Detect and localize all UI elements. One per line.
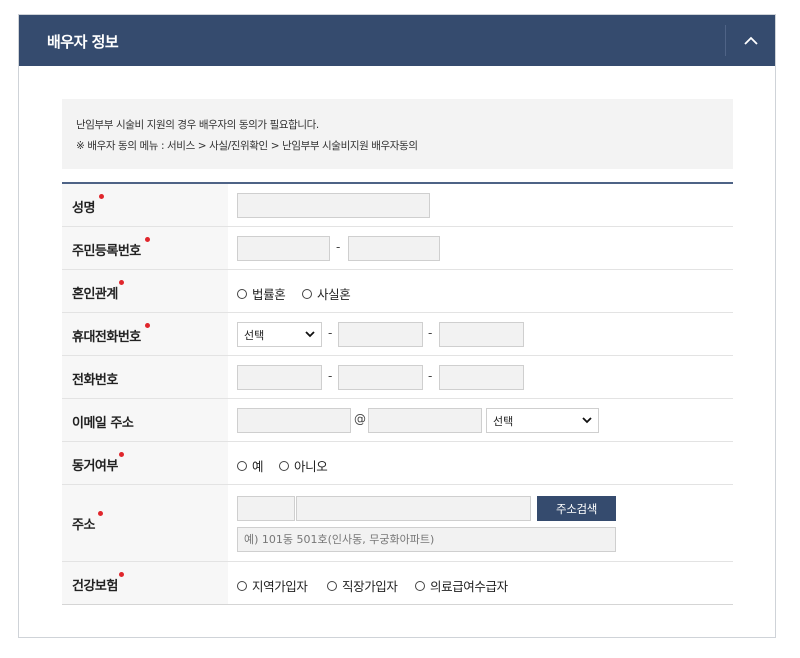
label-cell: 동거여부 [62,442,228,484]
radio-label: 의료급여수급자 [430,579,508,594]
phone-separator-2: - [428,369,433,383]
notice-box: 난임부부 시술비 지원의 경우 배우자의 동의가 필요합니다. ※ 배우자 동의… [62,99,733,169]
radio-circle-icon [279,460,289,471]
email-at-sign: @ [354,412,366,426]
mobile-separator-2: - [428,326,433,340]
select-value: 선택 [244,328,265,342]
label-cell: 주민등록번호 [62,227,228,269]
rrn-separator: - [336,240,341,254]
required-mark [119,572,124,577]
marriage-label: 혼인관계 [72,287,118,302]
radio-medical-aid[interactable]: 의료급여수급자 [415,576,508,595]
required-mark [98,511,103,516]
panel-header: 배우자 정보 [19,15,775,66]
phone-last-input[interactable] [439,365,524,390]
radio-workplace-subscriber[interactable]: 직장가입자 [327,576,398,595]
rrn-back-input[interactable] [348,236,440,261]
radio-label: 예 [252,459,264,474]
radio-label: 사실혼 [317,287,351,302]
name-label: 성명 [72,201,95,216]
radio-regional-subscriber[interactable]: 지역가입자 [237,576,308,595]
radio-cohabit-yes[interactable]: 예 [237,456,264,475]
spouse-form-table: 성명 주민등록번호 - 혼인관계 법률혼 사실혼 휴대전화번호 선택 - - 전… [62,182,733,605]
row-email: 이메일 주소 @ 선택 [62,399,733,442]
select-value: 선택 [493,414,514,428]
address-main-input[interactable] [296,496,531,521]
radio-label: 법률혼 [252,287,286,302]
row-address: 주소 주소검색 [62,485,733,562]
address-search-button[interactable]: 주소검색 [537,496,616,521]
radio-cohabit-no[interactable]: 아니오 [279,456,328,475]
radio-circle-icon [237,460,247,471]
name-input[interactable] [237,193,430,218]
row-rrn: 주민등록번호 - [62,227,733,270]
rrn-front-input[interactable] [237,236,330,261]
row-phone: 전화번호 - - [62,356,733,399]
phone-separator-1: - [328,369,333,383]
section-title: 배우자 정보 [47,33,119,51]
address-label: 주소 [72,518,95,533]
radio-circle-icon [327,580,337,591]
phone-area-input[interactable] [237,365,322,390]
cohabit-label: 동거여부 [72,459,118,474]
radio-label: 지역가입자 [252,579,308,594]
label-cell: 휴대전화번호 [62,313,228,355]
radio-circle-icon [415,580,425,591]
radio-de-facto-marriage[interactable]: 사실혼 [302,284,351,303]
label-cell: 혼인관계 [62,270,228,312]
row-mobile: 휴대전화번호 선택 - - [62,313,733,356]
mobile-separator-1: - [328,326,333,340]
chevron-down-icon [305,331,315,338]
mobile-last-input[interactable] [439,322,524,347]
phone-middle-input[interactable] [338,365,423,390]
label-cell: 성명 [62,184,228,226]
row-name: 성명 [62,184,733,227]
email-id-input[interactable] [237,408,351,433]
email-label: 이메일 주소 [72,416,134,431]
row-insurance: 건강보험 지역가입자 직장가입자 의료급여수급자 [62,562,733,605]
chevron-down-icon [582,417,592,424]
zipcode-input[interactable] [237,496,295,521]
required-mark [119,280,124,285]
radio-circle-icon [237,580,247,591]
radio-legal-marriage[interactable]: 법률혼 [237,284,286,303]
required-mark [145,323,150,328]
mobile-prefix-select[interactable]: 선택 [237,322,322,347]
radio-label: 아니오 [294,459,328,474]
required-mark [119,452,124,457]
radio-label: 직장가입자 [342,579,398,594]
insurance-label: 건강보험 [72,579,118,594]
mobile-label: 휴대전화번호 [72,330,141,345]
address-detail-input[interactable] [237,527,616,552]
label-cell: 전화번호 [62,356,228,398]
collapse-toggle-button[interactable] [726,15,775,66]
radio-circle-icon [237,288,247,299]
chevron-up-icon [743,36,758,45]
email-domain-select[interactable]: 선택 [486,408,599,433]
email-domain-input[interactable] [368,408,482,433]
spouse-info-panel: 배우자 정보 난임부부 시술비 지원의 경우 배우자의 동의가 필요합니다. ※… [18,14,776,638]
notice-line-2: ※ 배우자 동의 메뉴 : 서비스 > 사실/진위확인 > 난임부부 시술비지원… [76,140,418,152]
required-mark [145,237,150,242]
required-mark [99,194,104,199]
label-cell: 주소 [62,485,228,561]
radio-circle-icon [302,288,312,299]
phone-label: 전화번호 [72,373,118,388]
row-marriage: 혼인관계 법률혼 사실혼 [62,270,733,313]
notice-line-1: 난임부부 시술비 지원의 경우 배우자의 동의가 필요합니다. [76,119,319,131]
label-cell: 건강보험 [62,562,228,604]
rrn-label: 주민등록번호 [72,244,141,259]
label-cell: 이메일 주소 [62,399,228,441]
mobile-middle-input[interactable] [338,322,423,347]
row-cohabit: 동거여부 예 아니오 [62,442,733,485]
